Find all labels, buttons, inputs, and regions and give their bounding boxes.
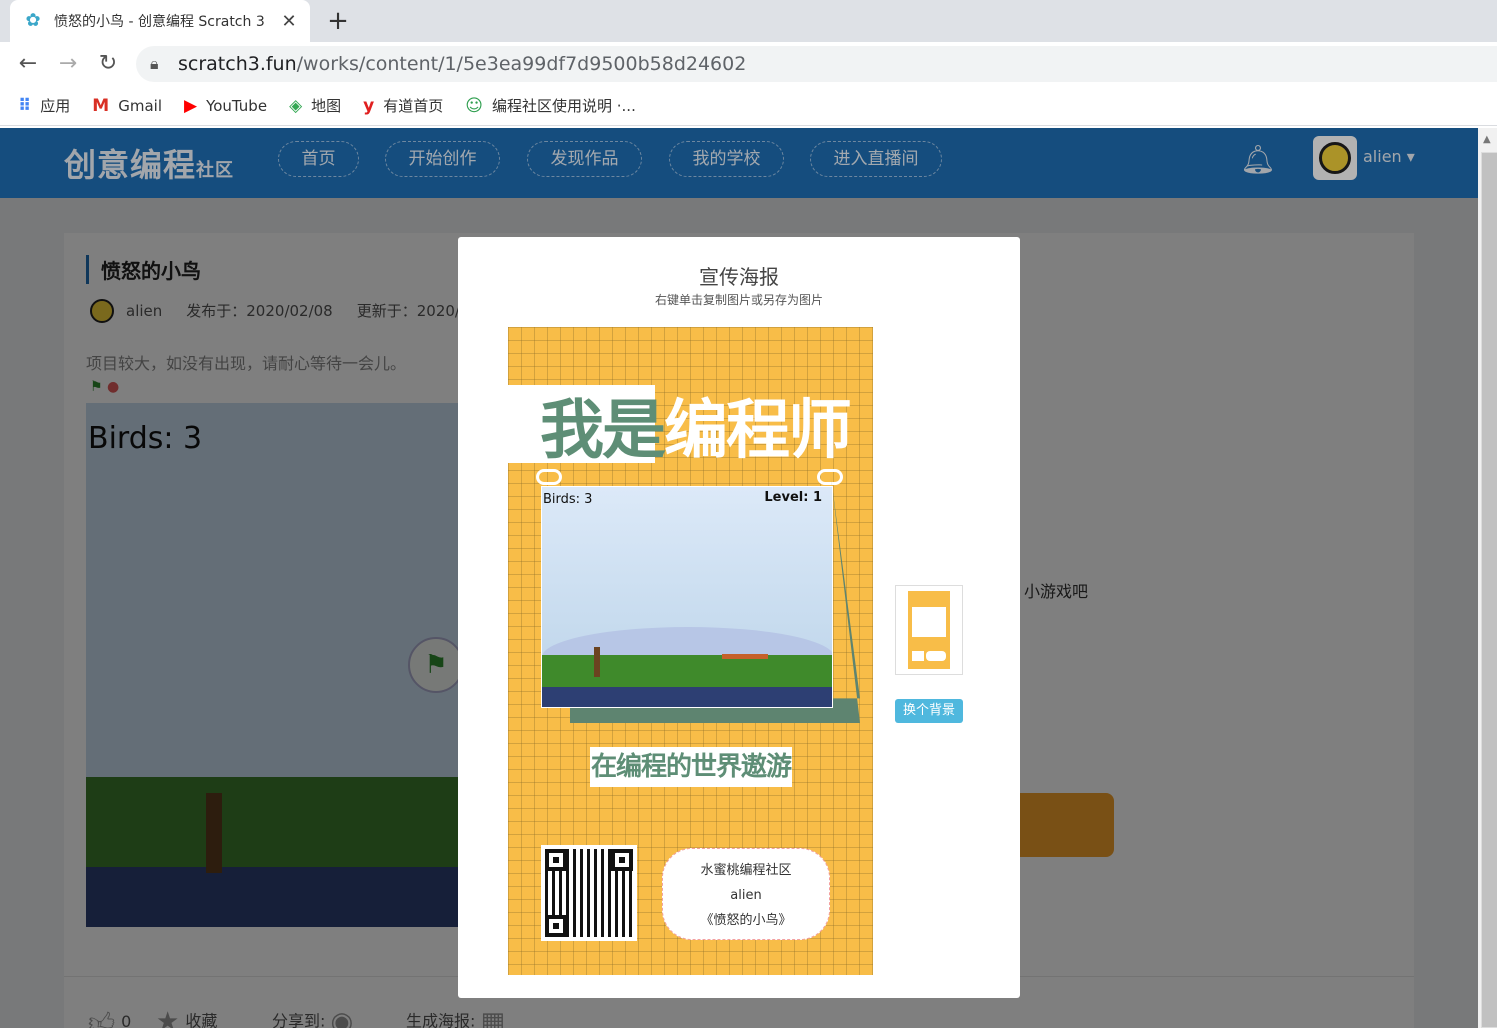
screenshot-level: Level: 1 (764, 490, 822, 505)
page-scrollbar[interactable]: ▲ (1478, 128, 1497, 1028)
maps-icon: ◈ (289, 95, 303, 116)
qr-code (541, 845, 637, 941)
thumbnail-block (926, 651, 946, 661)
poster-work: 《愤怒的小鸟》 (700, 913, 792, 928)
promo-poster-image[interactable]: 我是编程师 Birds: 3 Level: 1 在编程的世界遨游 水蜜桃编程社区… (508, 327, 873, 975)
bookmark-maps[interactable]: ◈ 地图 (289, 95, 341, 116)
community-icon: ☺ (465, 95, 483, 116)
poster-info-box: 水蜜桃编程社区 alien 《愤怒的小鸟》 (662, 848, 830, 940)
reload-icon[interactable]: ↻ (94, 50, 122, 78)
lock-icon: 🔒︎ (150, 54, 159, 73)
new-tab-button[interactable]: + (324, 6, 352, 36)
apps-grid-icon: ⠿ (18, 95, 32, 116)
screenshot-plank (722, 654, 768, 659)
forward-arrow-icon[interactable]: → (54, 50, 82, 78)
address-bar[interactable]: 🔒︎ scratch3.fun/works/content/1/5e3ea99d… (136, 46, 1497, 82)
bookmark-youdao[interactable]: y 有道首页 (363, 95, 443, 116)
modal-title: 宣传海报 (699, 265, 779, 289)
bookmark-community[interactable]: ☺ 编程社区使用说明 ·... (465, 95, 636, 116)
poster-community: 水蜜桃编程社区 (700, 863, 792, 878)
youdao-icon: y (363, 95, 375, 116)
tab-title: 愤怒的小鸟 - 创意编程 Scratch 3 (54, 14, 265, 30)
url-text: scratch3.fun/works/content/1/5e3ea99df7d… (178, 53, 747, 75)
browser-tab[interactable]: ✿ 愤怒的小鸟 - 创意编程 Scratch 3 ✕ (10, 0, 310, 42)
bookmark-youtube[interactable]: ▶ YouTube (184, 96, 267, 116)
bookmark-apps[interactable]: ⠿ 应用 (18, 95, 70, 116)
change-background-button[interactable]: 换个背景 (895, 699, 963, 723)
gmail-icon: M (92, 95, 110, 116)
qr-pattern (545, 849, 633, 937)
poster-slogan: 在编程的世界遨游 (590, 747, 792, 787)
thumbnail-block (912, 651, 924, 661)
ring-right (817, 469, 843, 485)
background-thumbnail[interactable] (895, 585, 963, 675)
banner-text-a: 我是 (540, 394, 666, 468)
qr-eye (611, 849, 633, 871)
poster-banner: 我是编程师 (540, 379, 852, 471)
qr-eye (545, 915, 567, 937)
banner-text-b: 编程师 (664, 394, 852, 468)
thumbnail-preview (908, 591, 950, 669)
screenshot-grass (542, 655, 832, 691)
bookmark-gmail[interactable]: M Gmail (92, 96, 162, 116)
scratch-favicon-icon: ✿ (25, 10, 41, 31)
poster-author: alien (730, 888, 762, 903)
screenshot-birds: Birds: 3 (543, 492, 593, 507)
tab-strip: ✿ 愤怒的小鸟 - 创意编程 Scratch 3 ✕ + (0, 0, 1497, 42)
thumbnail-white (912, 607, 946, 637)
site-header: 创意编程社区 首页 开始创作 发现作品 我的学校 进入直播间 🔔︎ alien … (0, 128, 1478, 198)
youtube-icon: ▶ (183, 95, 198, 116)
scroll-up-icon[interactable]: ▲ (1483, 134, 1491, 145)
screenshot-ground (542, 687, 832, 707)
bookmarks-bar: ⠿ 应用 M Gmail ▶ YouTube ◈ 地图 y 有道首页 ☺ 编程社区使用说明 … (0, 86, 1497, 126)
back-arrow-icon[interactable]: ← (14, 50, 42, 78)
modal-subtitle: 右键单击复制图片或另存为图片 (654, 293, 823, 307)
ring-left (536, 469, 562, 485)
header-dim (0, 128, 1478, 198)
poster-modal: 宣传海报 右键单击复制图片或另存为图片 我是编程师 Birds: 3 Level… (458, 237, 1020, 998)
scrollbar-thumb[interactable] (1481, 152, 1497, 1028)
screenshot-slingshot (594, 647, 600, 677)
qr-eye (545, 849, 567, 871)
close-tab-icon[interactable]: ✕ (280, 11, 298, 32)
game-screenshot: Birds: 3 Level: 1 (541, 486, 833, 708)
